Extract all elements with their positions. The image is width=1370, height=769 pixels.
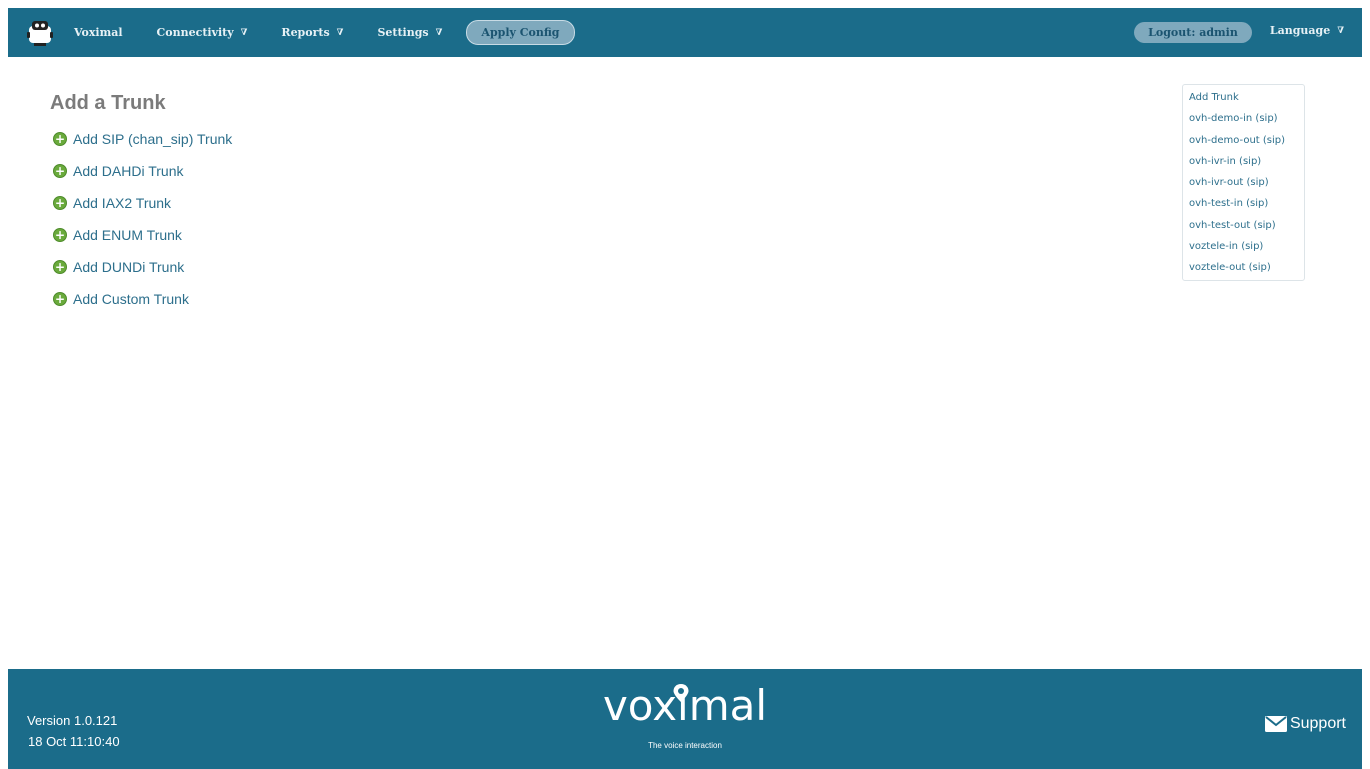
sidebar-trunk-link[interactable]: ovh-demo-out (sip)	[1189, 134, 1304, 155]
main-nav: Voximal Connectivity ∇ Reports ∇ Settings ∇ App…	[74, 20, 575, 45]
add-trunk-label: Add SIP (chan_sip) Trunk	[73, 131, 233, 147]
plus-circle-icon: +	[53, 132, 67, 146]
datetime-text: 18 Oct 11:10:40	[28, 734, 120, 749]
chevron-down-icon: ∇	[336, 27, 344, 38]
add-trunk-panel: Add a Trunk + Add SIP (chan_sip) Trunk + Ad…	[50, 92, 232, 315]
nav-settings[interactable]: Settings ∇	[377, 26, 442, 39]
add-trunk-label: Add DUNDi Trunk	[73, 259, 185, 275]
add-trunk-link[interactable]: + Add ENUM Trunk	[50, 219, 232, 251]
chevron-down-icon: ∇	[1337, 25, 1344, 36]
add-trunk-link[interactable]: + Add SIP (chan_sip) Trunk	[50, 123, 232, 155]
envelope-icon	[1264, 716, 1287, 732]
add-trunk-link[interactable]: + Add DAHDi Trunk	[50, 155, 232, 187]
chevron-down-icon: ∇	[435, 27, 443, 38]
add-trunk-label: Add IAX2 Trunk	[73, 195, 172, 211]
add-trunk-label: Add Custom Trunk	[73, 291, 189, 307]
add-trunk-label: Add DAHDi Trunk	[73, 163, 184, 179]
plus-circle-icon: +	[53, 196, 67, 210]
sidebar-trunk-link[interactable]: ovh-test-out (sip)	[1189, 219, 1304, 240]
add-trunk-list: + Add SIP (chan_sip) Trunk + Add DAHDi Trun…	[50, 123, 232, 315]
nav-label: Voximal	[74, 26, 123, 39]
sidebar-trunk-link[interactable]: ovh-ivr-out (sip)	[1189, 176, 1304, 197]
support-label: Support	[1289, 715, 1346, 732]
footer: Version 1.0.121 18 Oct 11:10:40 voximal …	[8, 669, 1362, 769]
support-link[interactable]: Support	[1264, 715, 1346, 733]
sidebar-trunk-link[interactable]: ovh-ivr-in (sip)	[1189, 155, 1304, 176]
page-title: Add a Trunk	[50, 92, 166, 114]
plus-circle-icon: +	[53, 228, 67, 242]
brand-tagline: The voice interaction	[648, 741, 722, 750]
sidebar-trunk-link[interactable]: ovh-test-in (sip)	[1189, 197, 1304, 218]
sidebar-trunk-link[interactable]: ovh-demo-in (sip)	[1189, 112, 1304, 133]
language-label: Language	[1269, 24, 1331, 37]
top-navbar: Voximal Connectivity ∇ Reports ∇ Settings ∇ App…	[8, 8, 1362, 57]
brand-logo: voximal The voice interaction	[600, 683, 770, 763]
nav-voximal[interactable]: Voximal	[74, 26, 123, 39]
nav-label: Reports	[281, 26, 330, 39]
robot-logo-icon[interactable]	[22, 15, 58, 51]
nav-reports[interactable]: Reports ∇	[281, 26, 343, 39]
version-text: Version 1.0.121	[27, 713, 118, 728]
version-info: Version 1.0.121 18 Oct 11:10:40	[27, 710, 120, 752]
location-pin-icon	[673, 684, 689, 702]
user-nav: Logout: admin Language ∇	[1134, 8, 1344, 57]
apply-config-button[interactable]: Apply Config	[466, 20, 575, 45]
plus-circle-icon: +	[53, 164, 67, 178]
language-menu[interactable]: Language ∇	[1270, 24, 1344, 37]
add-trunk-link[interactable]: + Add Custom Trunk	[50, 283, 232, 315]
nav-label: Connectivity	[156, 26, 234, 39]
logout-button[interactable]: Logout: admin	[1134, 22, 1252, 43]
add-trunk-label: Add ENUM Trunk	[73, 227, 182, 243]
nav-connectivity[interactable]: Connectivity ∇	[157, 26, 248, 39]
plus-circle-icon: +	[53, 292, 67, 306]
sidebar-trunk-link[interactable]: voztele-out (sip)	[1189, 261, 1304, 282]
add-trunk-link[interactable]: + Add IAX2 Trunk	[50, 187, 232, 219]
plus-circle-icon: +	[53, 260, 67, 274]
trunk-sidebar: Add Trunk ovh-demo-in (sip) ovh-demo-out (…	[1182, 84, 1305, 281]
nav-label: Settings	[377, 26, 429, 39]
add-trunk-link[interactable]: + Add DUNDi Trunk	[50, 251, 232, 283]
sidebar-add-trunk-link[interactable]: Add Trunk	[1189, 91, 1304, 112]
sidebar-trunk-link[interactable]: voztele-in (sip)	[1189, 240, 1304, 261]
chevron-down-icon: ∇	[240, 27, 248, 38]
